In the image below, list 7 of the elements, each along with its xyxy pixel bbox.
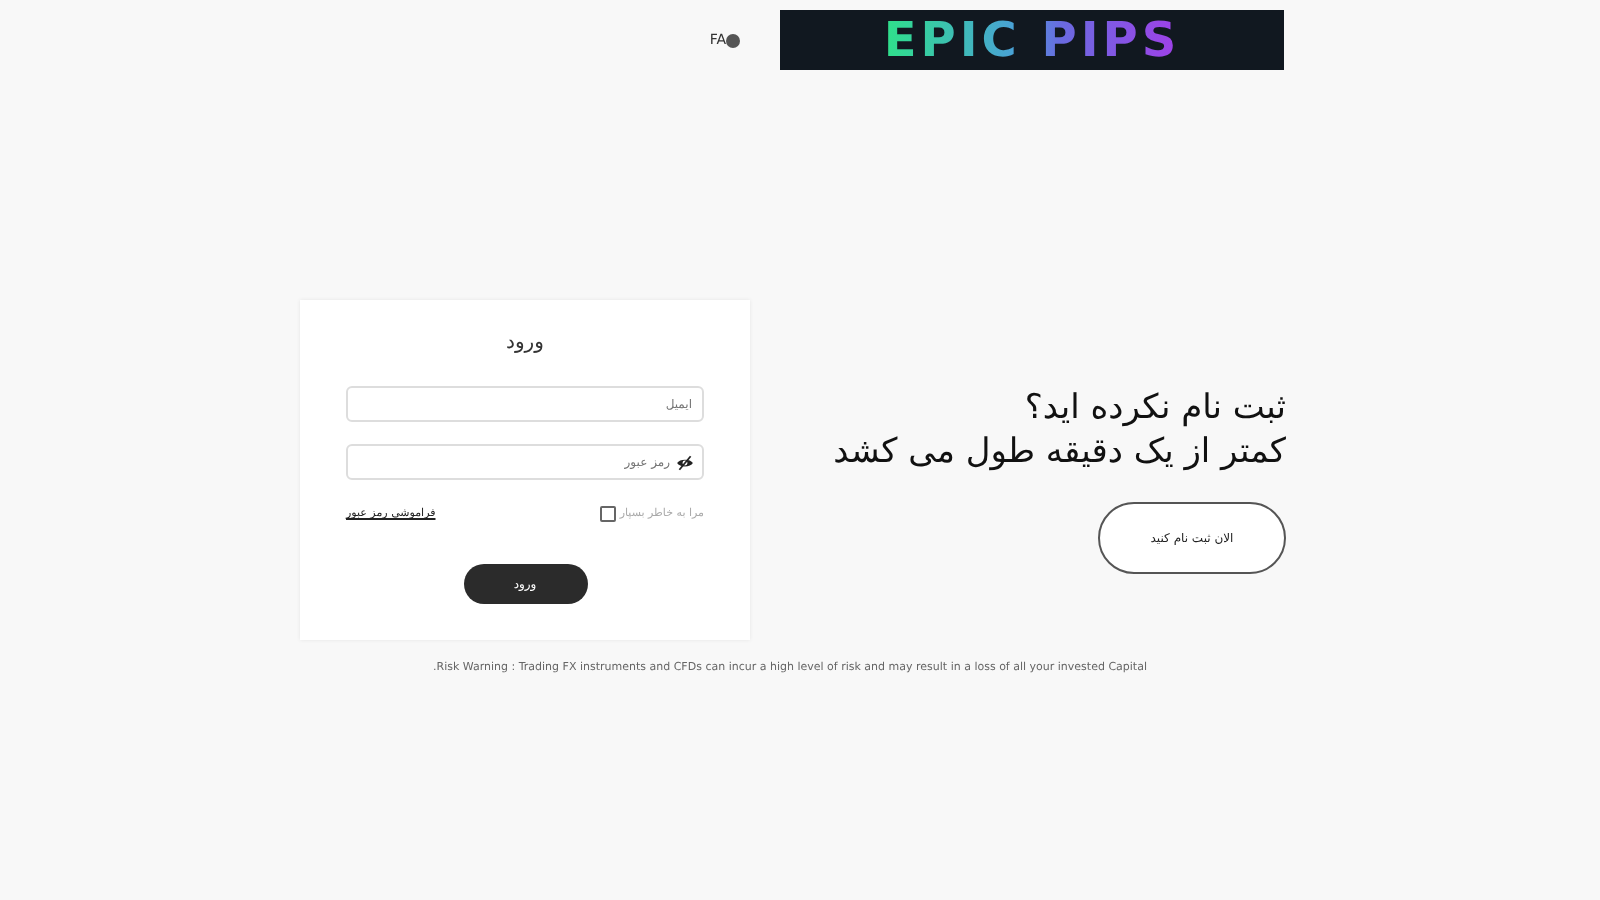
logo-banner: EPIC PIPS xyxy=(780,10,1284,70)
remember-checkbox[interactable] xyxy=(599,506,616,522)
login-title: ورود xyxy=(504,332,546,354)
register-heading: ثبت نام نکرده اید؟ xyxy=(1024,386,1286,430)
eye-slash-icon[interactable] xyxy=(676,453,694,471)
register-subheading: کمتر از یک دقیقه طول می کشد xyxy=(833,430,1286,474)
circle-icon[interactable] xyxy=(726,33,740,47)
